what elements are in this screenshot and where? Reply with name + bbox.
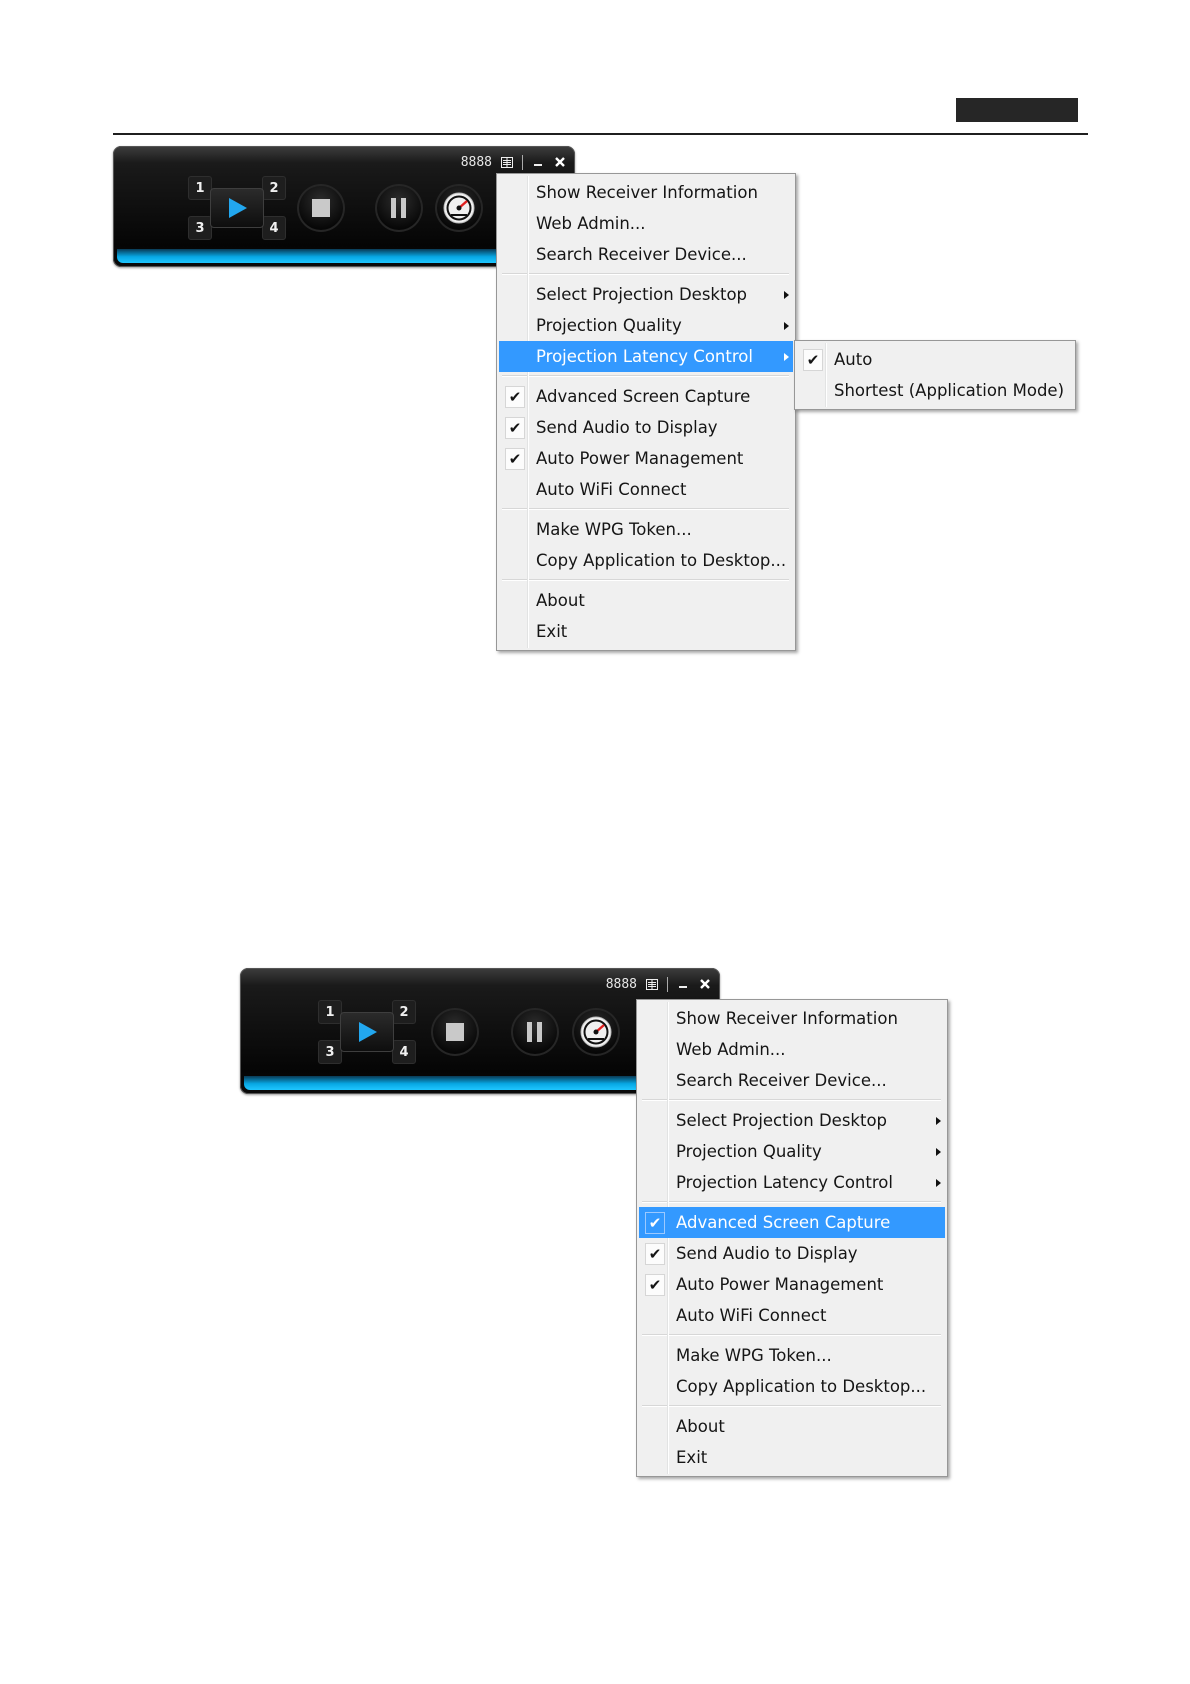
play-button[interactable] [210, 188, 264, 228]
checkmark-icon: ✔ [505, 416, 525, 439]
pause-icon [391, 198, 406, 218]
header-black-block [956, 98, 1078, 122]
menu-item-search-receiver-device[interactable]: Search Receiver Device... [499, 239, 793, 270]
menu-separator [642, 1099, 941, 1101]
menu-item-send-audio-to-display[interactable]: ✔ Send Audio to Display [639, 1238, 945, 1269]
quadrant-4-button[interactable]: 4 [262, 216, 286, 240]
menu-item-make-wpg-token[interactable]: Make WPG Token... [639, 1340, 945, 1371]
stop-icon [312, 199, 330, 217]
pause-icon [527, 1022, 542, 1042]
menu-item-auto-power-management[interactable]: ✔ Auto Power Management [499, 443, 793, 474]
latency-submenu: ✔ Auto Shortest (Application Mode) [794, 340, 1076, 410]
menu-item-auto-power-management[interactable]: ✔ Auto Power Management [639, 1269, 945, 1300]
speedometer-icon [443, 192, 475, 224]
menu-item-exit[interactable]: Exit [639, 1442, 945, 1473]
checkmark-icon: ✔ [645, 1242, 665, 1265]
menu-item-select-projection-desktop[interactable]: Select Projection Desktop [639, 1105, 945, 1136]
menu-separator [642, 1405, 941, 1407]
menu-item-select-projection-desktop[interactable]: Select Projection Desktop [499, 279, 793, 310]
stop-button[interactable] [431, 1008, 479, 1056]
minimize-icon[interactable] [676, 977, 690, 991]
menu-item-projection-quality[interactable]: Projection Quality [639, 1136, 945, 1167]
checkmark-icon: ✔ [645, 1273, 665, 1296]
menu-item-copy-application-to-desktop[interactable]: Copy Application to Desktop... [499, 545, 793, 576]
menu-item-advanced-screen-capture[interactable]: ✔ Advanced Screen Capture [499, 381, 793, 412]
toolbar-separator [522, 154, 523, 170]
menu-item-make-wpg-token[interactable]: Make WPG Token... [499, 514, 793, 545]
quadrant-3-button[interactable]: 3 [318, 1040, 342, 1064]
play-button[interactable] [340, 1012, 394, 1052]
menu-separator [642, 1334, 941, 1336]
submenu-arrow-icon [784, 290, 789, 299]
quadrant-selector: 1 2 3 4 [188, 176, 286, 240]
menu-item-projection-latency-control[interactable]: Projection Latency Control [499, 341, 793, 372]
menu-separator [502, 508, 789, 510]
menu-item-web-admin[interactable]: Web Admin... [639, 1034, 945, 1065]
toolbar-code: 8888 [605, 976, 637, 992]
menu-item-copy-application-to-desktop[interactable]: Copy Application to Desktop... [639, 1371, 945, 1402]
toolbar-code: 8888 [460, 154, 492, 170]
quadrant-2-button[interactable]: 2 [262, 176, 286, 200]
menu-item-search-receiver-device[interactable]: Search Receiver Device... [639, 1065, 945, 1096]
stop-icon [446, 1023, 464, 1041]
menu-separator [502, 375, 789, 377]
stop-button[interactable] [297, 184, 345, 232]
submenu-arrow-icon [936, 1147, 941, 1156]
menu-separator [642, 1201, 941, 1203]
minimize-icon[interactable] [531, 155, 545, 169]
close-icon[interactable] [553, 155, 567, 169]
menu-item-projection-quality[interactable]: Projection Quality [499, 310, 793, 341]
menu-item-auto-wifi-connect[interactable]: Auto WiFi Connect [499, 474, 793, 505]
checkmark-icon: ✔ [803, 348, 823, 371]
menu-item-show-receiver-information[interactable]: Show Receiver Information [499, 177, 793, 208]
menu-item-projection-latency-control[interactable]: Projection Latency Control [639, 1167, 945, 1198]
settings-speed-button[interactable] [435, 184, 483, 232]
toolbar-separator [667, 976, 668, 992]
submenu-item-auto[interactable]: ✔ Auto [797, 344, 1073, 375]
menu-item-exit[interactable]: Exit [499, 616, 793, 647]
checkmark-icon: ✔ [505, 385, 525, 408]
checkmark-icon: ✔ [645, 1211, 665, 1234]
close-icon[interactable] [698, 977, 712, 991]
menu-item-show-receiver-information[interactable]: Show Receiver Information [639, 1003, 945, 1034]
menu-item-advanced-screen-capture[interactable]: ✔ Advanced Screen Capture [639, 1207, 945, 1238]
menu-item-about[interactable]: About [639, 1411, 945, 1442]
settings-speed-button[interactable] [572, 1008, 620, 1056]
context-menu-1: Show Receiver Information Web Admin... S… [496, 173, 796, 651]
menu-separator [502, 273, 789, 275]
menu-item-web-admin[interactable]: Web Admin... [499, 208, 793, 239]
toolbar-top-bar: 8888 [461, 152, 567, 172]
quadrant-1-button[interactable]: 1 [188, 176, 212, 200]
submenu-arrow-icon [784, 321, 789, 330]
speedometer-icon [580, 1016, 612, 1048]
context-menu-2: Show Receiver Information Web Admin... S… [636, 999, 948, 1477]
submenu-arrow-icon [784, 352, 789, 361]
menu-item-auto-wifi-connect[interactable]: Auto WiFi Connect [639, 1300, 945, 1331]
display-icon[interactable] [645, 977, 659, 991]
menu-item-about[interactable]: About [499, 585, 793, 616]
checkmark-icon: ✔ [505, 447, 525, 470]
toolbar-top-bar: 8888 [606, 974, 712, 994]
play-icon [359, 1022, 377, 1042]
pause-button[interactable] [511, 1008, 559, 1056]
quadrant-selector: 1 2 3 4 [318, 1000, 416, 1064]
display-icon[interactable] [500, 155, 514, 169]
menu-item-send-audio-to-display[interactable]: ✔ Send Audio to Display [499, 412, 793, 443]
header-rule [113, 133, 1088, 135]
submenu-arrow-icon [936, 1116, 941, 1125]
menu-separator [502, 579, 789, 581]
quadrant-1-button[interactable]: 1 [318, 1000, 342, 1024]
quadrant-4-button[interactable]: 4 [392, 1040, 416, 1064]
submenu-item-shortest-application-mode[interactable]: Shortest (Application Mode) [797, 375, 1073, 406]
play-icon [229, 198, 247, 218]
pause-button[interactable] [375, 184, 423, 232]
quadrant-3-button[interactable]: 3 [188, 216, 212, 240]
submenu-arrow-icon [936, 1178, 941, 1187]
quadrant-2-button[interactable]: 2 [392, 1000, 416, 1024]
